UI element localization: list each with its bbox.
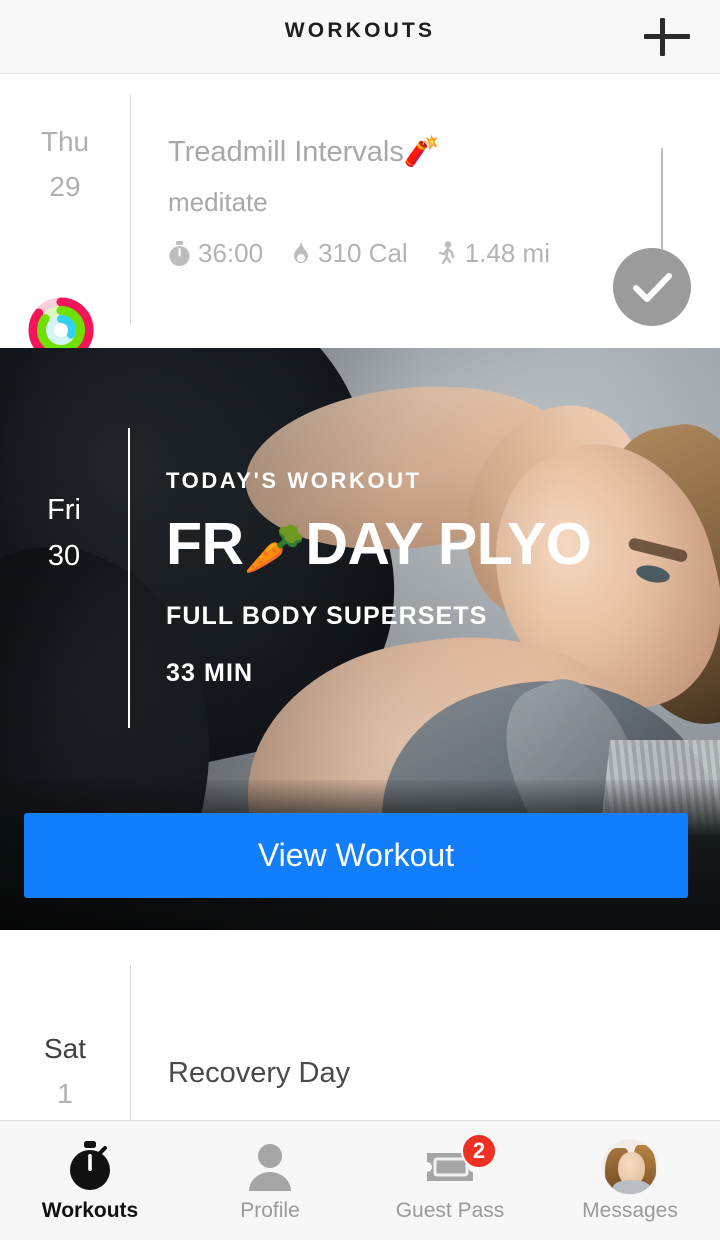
ticket-icon: 2 (423, 1133, 497, 1195)
tab-workouts[interactable]: Workouts (0, 1121, 180, 1240)
workout-row-sat[interactable]: Sat 1 Recovery Day (0, 930, 720, 1130)
stopwatch-icon (67, 1139, 113, 1195)
plus-icon[interactable] (640, 10, 694, 64)
carrot-icon: 🥕 (243, 521, 306, 577)
stat-distance-value: 1.48 mi (464, 238, 550, 268)
row-divider (128, 428, 130, 728)
day-number: 1 (57, 1078, 73, 1109)
workout-completed-button[interactable] (613, 248, 691, 326)
tab-label: Profile (240, 1199, 300, 1222)
page-title: WORKOUTS (284, 19, 436, 42)
bottom-tab-bar: Workouts Profile 2 Guest Pass Messages (0, 1120, 720, 1240)
tab-messages[interactable]: Messages (540, 1121, 720, 1240)
avatar-icon (602, 1139, 658, 1195)
tab-profile[interactable]: Profile (180, 1121, 360, 1240)
avatar (602, 1139, 658, 1195)
tab-label: Guest Pass (395, 1199, 505, 1222)
date-column-fri: Fri 30 (0, 496, 128, 571)
date-column-thu: Thu 29 (0, 128, 130, 201)
day-of-week: Sat (43, 1033, 87, 1064)
workout-subtitle: meditate (168, 187, 268, 217)
tab-label: Workouts (41, 1199, 139, 1222)
status-badge: 2 (461, 1133, 497, 1169)
workout-stats: 36:00 310 Cal 1.48 mi (168, 238, 598, 269)
hero-eyebrow: TODAY'S WORKOUT (166, 468, 422, 493)
stat-distance: 1.48 mi (436, 238, 550, 269)
workout-title: Treadmill Intervals🧨 (168, 138, 598, 167)
date-column-sat: Sat 1 (0, 1035, 130, 1108)
stat-calories-value: 310 Cal (318, 238, 408, 268)
workouts-screen: WORKOUTS Thu 29 Treadmill Intervals🧨 med… (0, 0, 720, 1240)
hero-headline-after: DAY PLYO (305, 511, 592, 577)
todays-workout-card[interactable]: Fri 30 TODAY'S WORKOUT FR🥕DAY PLYO FULL … (0, 348, 720, 930)
day-of-week: Fri (47, 494, 81, 526)
day-of-week: Thu (40, 126, 90, 157)
stat-duration-value: 36:00 (198, 238, 264, 268)
dynamite-icon: 🧨 (403, 136, 440, 168)
workout-title: Recovery Day (168, 1057, 351, 1089)
workout-info-thu: Treadmill Intervals🧨 meditate 36:00 310 … (168, 138, 598, 269)
hero-duration: 33 MIN (166, 658, 254, 687)
tab-label: Messages (582, 1199, 678, 1222)
runner-icon (438, 240, 454, 264)
stat-calories: 310 Cal (291, 238, 408, 269)
workout-row-thu[interactable]: Thu 29 Treadmill Intervals🧨 meditate 36:… (0, 74, 720, 363)
stat-duration: 36:00 (168, 238, 263, 269)
row-divider (130, 965, 131, 1130)
person-icon (246, 1139, 294, 1195)
day-number: 30 (47, 540, 81, 572)
flame-icon (294, 240, 309, 263)
row-divider (130, 94, 131, 324)
app-header: WORKOUTS (0, 0, 720, 74)
view-workout-button[interactable]: View Workout (24, 813, 688, 898)
tab-guest-pass[interactable]: 2 Guest Pass (360, 1121, 540, 1240)
hero-subtitle: FULL BODY SUPERSETS (166, 601, 488, 630)
day-number: 29 (49, 171, 81, 202)
hero-headline: FR🥕DAY PLYO (166, 511, 711, 577)
connector-line (661, 148, 663, 251)
workout-title-text: Treadmill Intervals (168, 136, 404, 168)
stopwatch-icon (169, 240, 190, 266)
hero-text-block: TODAY'S WORKOUT FR🥕DAY PLYO FULL BODY SU… (166, 468, 711, 688)
check-icon (633, 273, 672, 302)
hero-headline-before: FR (166, 511, 244, 577)
